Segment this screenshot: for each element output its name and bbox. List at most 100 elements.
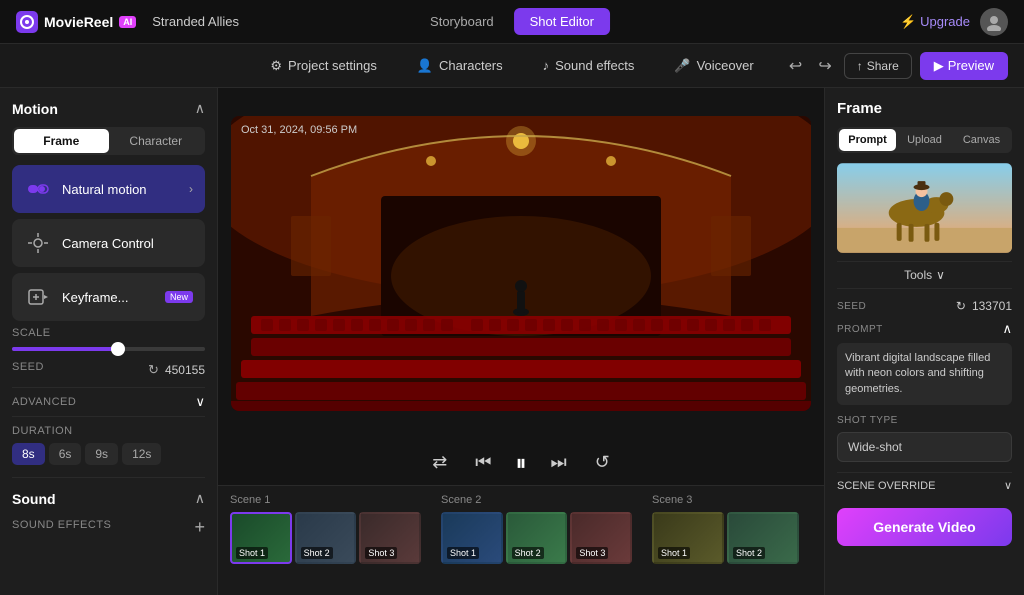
tab-canvas[interactable]: Canvas	[953, 129, 1010, 151]
duration-12s[interactable]: 12s	[122, 443, 161, 465]
scene-3-shots: Shot 1 Shot 2	[652, 512, 812, 564]
play-pause-button[interactable]: ⏸	[515, 450, 526, 476]
right-seed-refresh-icon[interactable]: ↻	[956, 299, 966, 313]
shot-type-label: SHOT TYPE	[837, 415, 1012, 426]
scene-2-shot-3-label: Shot 3	[576, 547, 608, 559]
duration-9s[interactable]: 9s	[85, 443, 118, 465]
voiceover-item[interactable]: 🎤 Voiceover	[666, 54, 761, 78]
scene-3-shot-2[interactable]: Shot 2	[727, 512, 799, 564]
shuffle-icon: ⇄	[432, 452, 447, 472]
voiceover-icon: 🎤	[674, 58, 690, 74]
duration-8s[interactable]: 8s	[12, 443, 45, 465]
keyframe-item[interactable]: Keyframe... New	[12, 273, 205, 321]
scale-thumb[interactable]	[111, 342, 125, 356]
keyframe-label: Keyframe...	[62, 290, 151, 305]
next-button[interactable]: ⏭	[547, 448, 571, 477]
generate-video-button[interactable]: Generate Video	[837, 508, 1012, 546]
video-controls: ⇄ ⏮ ⏸ ⏭ ↺	[218, 438, 824, 485]
sound-effects-row: SOUND EFFECTS +	[12, 517, 205, 538]
share-button[interactable]: ↑ Share	[844, 53, 912, 79]
scene-3-shot-1-label: Shot 1	[658, 547, 690, 559]
scene-override-row[interactable]: SCENE OVERRIDE ∨	[837, 472, 1012, 498]
scene-1-label: Scene 1	[230, 494, 421, 506]
sound-section: Sound ∧ SOUND EFFECTS +	[12, 477, 205, 538]
scene-2-shot-3[interactable]: Shot 3	[570, 512, 632, 564]
video-frame	[231, 116, 811, 411]
scene-2-shot-1[interactable]: Shot 1	[441, 512, 503, 564]
scene-1-shot-3[interactable]: Shot 3	[359, 512, 421, 564]
undo-button[interactable]: ↩	[785, 52, 806, 80]
prev-button[interactable]: ⏮	[471, 448, 495, 477]
right-seed-value: 133701	[972, 299, 1012, 313]
characters-item[interactable]: 👤 Characters	[409, 54, 511, 78]
project-settings-item[interactable]: ⚙ Project settings	[262, 54, 385, 78]
scene-1-shot-3-label: Shot 3	[365, 547, 397, 559]
advanced-row[interactable]: ADVANCED ∨	[12, 387, 205, 417]
sound-effects-item[interactable]: ♪ Sound effects	[535, 54, 643, 77]
tab-prompt[interactable]: Prompt	[839, 129, 896, 151]
scale-fill	[12, 347, 118, 351]
shot-editor-tab[interactable]: Shot Editor	[514, 8, 610, 35]
advanced-chevron-icon: ∨	[195, 394, 205, 410]
prompt-section: PROMPT ∧ Vibrant digital landscape fille…	[837, 321, 1012, 405]
avatar-icon	[985, 13, 1003, 31]
preview-button[interactable]: ▶ Preview	[920, 52, 1008, 80]
natural-motion-item[interactable]: Natural motion ›	[12, 165, 205, 213]
right-seed-label: SEED	[837, 301, 866, 312]
logo-text: MovieReel	[44, 14, 113, 30]
scene-3-shot-1[interactable]: Shot 1	[652, 512, 724, 564]
sound-title: Sound	[12, 491, 56, 507]
prompt-text[interactable]: Vibrant digital landscape filled with ne…	[837, 343, 1012, 405]
scene-1-shot-1-label: Shot 1	[236, 547, 268, 559]
scene-2-shot-2[interactable]: Shot 2	[506, 512, 568, 564]
repeat-button[interactable]: ↺	[591, 448, 614, 477]
shot-type-input[interactable]	[837, 432, 1012, 462]
shuffle-button[interactable]: ⇄	[428, 448, 451, 477]
seed-refresh-icon[interactable]: ↻	[148, 362, 159, 378]
sound-collapse-button[interactable]: ∧	[195, 490, 205, 507]
scene-1-shot-1[interactable]: Shot 1	[230, 512, 292, 564]
tab-upload[interactable]: Upload	[896, 129, 953, 151]
frame-title: Frame	[837, 100, 1012, 117]
scene-1-group: Scene 1 Shot 1 Shot 2 Shot 3	[230, 494, 421, 564]
tab-character[interactable]: Character	[109, 129, 204, 153]
frame-tabs: Prompt Upload Canvas	[837, 127, 1012, 153]
video-area: Oct 31, 2024, 09:56 PM	[218, 88, 824, 438]
motion-collapse-button[interactable]: ∧	[195, 100, 205, 117]
scene-2-group: Scene 2 Shot 1 Shot 2 Shot 3	[441, 494, 632, 564]
timeline-scenes: Scene 1 Shot 1 Shot 2 Shot 3	[230, 494, 812, 564]
duration-label: DURATION	[12, 425, 205, 437]
keyframe-new-badge: New	[165, 291, 193, 303]
tab-frame[interactable]: Frame	[14, 129, 109, 153]
right-seed-value-group: ↻ 133701	[956, 299, 1012, 313]
upgrade-button[interactable]: ⚡ Upgrade	[900, 14, 970, 30]
add-sound-button[interactable]: +	[194, 517, 205, 538]
logo: MovieReel AI	[16, 11, 136, 33]
avatar[interactable]	[980, 8, 1008, 36]
scale-slider[interactable]	[12, 347, 205, 351]
video-container: Oct 31, 2024, 09:56 PM	[231, 116, 811, 411]
tools-row[interactable]: Tools ∨	[837, 261, 1012, 289]
frame-preview-image	[837, 163, 1012, 253]
scene-1-shot-2[interactable]: Shot 2	[295, 512, 357, 564]
nav-right: ⚡ Upgrade	[900, 8, 1008, 36]
scene-3-shot-2-label: Shot 2	[733, 547, 765, 559]
secondary-nav: ⚙ Project settings 👤 Characters ♪ Sound …	[0, 44, 1024, 88]
storyboard-tab[interactable]: Storyboard	[414, 8, 510, 35]
next-icon: ⏭	[551, 452, 567, 472]
share-icon: ↑	[857, 59, 863, 73]
natural-motion-arrow-icon: ›	[189, 182, 193, 196]
play-pause-icon: ⏸	[515, 450, 526, 475]
center-content: Oct 31, 2024, 09:56 PM	[218, 88, 824, 595]
prev-icon: ⏮	[475, 452, 491, 472]
redo-button[interactable]: ↪	[814, 52, 835, 80]
duration-6s[interactable]: 6s	[49, 443, 82, 465]
shot-type-section: SHOT TYPE	[837, 415, 1012, 462]
play-icon: ▶	[934, 58, 944, 74]
camera-control-item[interactable]: Camera Control	[12, 219, 205, 267]
scene-2-shot-2-label: Shot 2	[512, 547, 544, 559]
seed-value: 450155	[165, 363, 205, 377]
video-timestamp: Oct 31, 2024, 09:56 PM	[241, 124, 357, 136]
motion-tabs: Frame Character	[12, 127, 205, 155]
duration-chips: 8s 6s 9s 12s	[12, 443, 205, 465]
